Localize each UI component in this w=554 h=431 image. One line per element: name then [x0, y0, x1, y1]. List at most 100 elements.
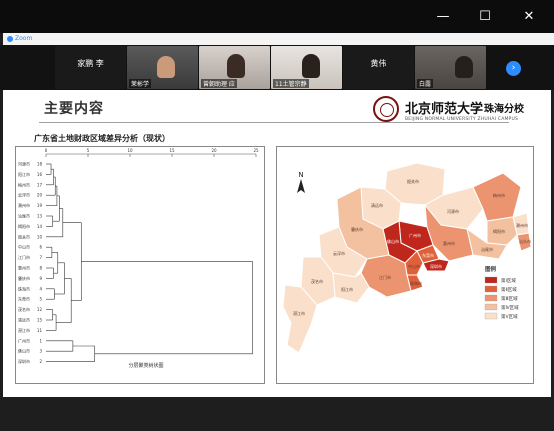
dendro-tick-label: 20: [211, 148, 217, 153]
city-label: 佛山市: [387, 238, 399, 244]
dendro-leaf-index: 10: [37, 234, 43, 239]
dendro-leaf-index: 9: [39, 276, 42, 281]
university-campus: 珠海分校: [484, 104, 524, 115]
city-label: 惠州市: [443, 240, 455, 246]
dendro-leaf-label: 清远市: [18, 317, 30, 323]
dendro-leaf-index: 13: [37, 214, 43, 219]
participant-video-avatar: [302, 54, 320, 78]
dendro-leaf-index: 6: [39, 245, 42, 250]
map-panel: N 韶关市 清远市 河源市 梅州市 潮州市 汕头市 揭阳市 汕尾市 惠州市 广州…: [276, 146, 534, 384]
legend-label: 第Ⅳ区域: [501, 304, 519, 311]
dendro-leaf-label: 揭阳市: [18, 223, 30, 229]
city-label: 江门市: [379, 274, 391, 280]
legend-label: 第Ⅰ区域: [501, 277, 516, 284]
maximize-button[interactable]: ☐: [474, 6, 496, 28]
dendro-leaf-label: 潮州市: [18, 202, 30, 208]
dendro-leaf-label: 惠州市: [18, 265, 30, 271]
city-label: 深圳市: [430, 263, 442, 269]
legend-label: 第Ⅲ区域: [501, 295, 518, 302]
dendro-tick-label: 5: [87, 148, 90, 153]
dendro-leaf-label: 汕尾市: [18, 213, 30, 219]
participant-video-avatar: [157, 56, 175, 78]
participant-video-avatar: [455, 56, 473, 78]
legend-title: 图例: [485, 265, 497, 273]
zoom-logo-icon: [7, 35, 13, 42]
city-label: 潮州市: [516, 222, 528, 228]
dendro-leaf-label: 湛江市: [18, 327, 30, 333]
city-label: 东莞市: [422, 252, 434, 258]
dendro-leaf-index: 5: [39, 297, 42, 302]
city-label: 茂名市: [311, 278, 323, 284]
city-label: 清远市: [371, 202, 383, 208]
dendro-tick-label: 10: [127, 148, 133, 153]
participant-tile[interactable]: 白露: [415, 46, 486, 89]
city-label: 肇庆市: [351, 226, 363, 232]
dendro-leaf-label: 茂名市: [18, 306, 30, 312]
title-divider: [39, 122, 509, 123]
dendro-leaf-index: 1: [39, 338, 42, 343]
city-label: 汕头市: [519, 238, 531, 244]
dendro-leaf-index: 12: [37, 307, 43, 312]
legend-swatch: [484, 303, 498, 311]
dendro-leaf-label: 河源市: [18, 161, 30, 167]
city-label: 珠海市: [410, 280, 422, 286]
legend-label: 第Ⅴ区域: [501, 313, 518, 320]
university-logo-cn: 北京师范大学: [405, 102, 484, 117]
legend-label: 第Ⅱ区域: [501, 286, 517, 293]
dendro-tick-label: 15: [169, 148, 175, 153]
legend-swatch: [484, 276, 498, 284]
legend-swatch: [484, 294, 498, 302]
dendro-leaf-index: 16: [37, 172, 43, 177]
north-label: N: [298, 171, 303, 179]
city-label: 韶关市: [407, 178, 419, 184]
dendro-leaf-index: 4: [39, 286, 42, 291]
participant-tile[interactable]: 黄伟: [343, 46, 414, 89]
legend-swatch: [484, 312, 498, 320]
dendro-leaf-label: 梅州市: [18, 181, 30, 187]
city-label: 揭阳市: [493, 228, 505, 234]
city-label: 梅州市: [493, 192, 505, 198]
city-label: 广州市: [409, 232, 421, 238]
window-titlebar: — ☐ ✕: [0, 0, 554, 33]
dendro-leaf-index: 20: [37, 193, 43, 198]
dendro-leaf-label: 珠海市: [18, 285, 30, 291]
dendro-leaf-label: 广州市: [18, 337, 30, 343]
minimize-button[interactable]: —: [432, 6, 454, 28]
dendro-leaf-index: 19: [37, 203, 43, 208]
dendro-leaf-label: 阳江市: [18, 171, 30, 177]
dendro-leaf-label: 云浮市: [18, 192, 30, 198]
dendro-tick-label: 25: [253, 148, 259, 153]
city-label: 汕尾市: [481, 246, 493, 252]
city-label: 湛江市: [293, 310, 305, 316]
participant-name: 白露: [417, 79, 434, 88]
dendro-leaf-index: 15: [37, 318, 43, 323]
participant-tile[interactable]: 曾朝助理 应: [199, 46, 270, 89]
next-page-arrow-icon[interactable]: ›: [506, 61, 521, 76]
dendrogram-panel: 0 5 10 15 20 25 河源市 18 阳江市 16 梅州市 17 云浮市 20 潮州市 19 汕尾市 1…: [15, 146, 265, 384]
close-button[interactable]: ✕: [518, 6, 540, 28]
dendro-leaf-index: 7: [39, 255, 42, 260]
dendro-leaf-label: 深圳市: [18, 358, 30, 364]
shared-slide: 主要内容 北京师范大学 珠海分校 BEIJING NORMAL UNIVERSI…: [3, 90, 551, 397]
slide-title: 主要内容: [44, 101, 104, 117]
dendro-leaf-label: 东莞市: [18, 296, 30, 302]
participant-tile[interactable]: 家鹏 李: [55, 46, 126, 89]
city-label: 阳江市: [341, 286, 353, 292]
participant-tile[interactable]: 11土管宗静: [271, 46, 342, 89]
app-name-label: Zoom: [3, 33, 554, 45]
dendro-leaf-label: 中山市: [18, 244, 30, 250]
north-arrow-icon: N: [297, 171, 305, 193]
app-name: Zoom: [15, 35, 33, 42]
dendro-leaf-label: 江门市: [18, 254, 30, 260]
participant-name: 11土管宗静: [273, 79, 309, 88]
participant-name: 茉彬学: [129, 79, 152, 88]
legend-swatch: [484, 285, 498, 293]
dendro-leaf-label: 佛山市: [18, 348, 30, 354]
participant-tile[interactable]: 茉彬学: [127, 46, 198, 89]
city-label: 云浮市: [333, 250, 345, 256]
dendro-leaf-index: 8: [39, 266, 42, 271]
dendro-leaf-index: 17: [37, 182, 43, 187]
dendro-leaf-index: 14: [37, 224, 43, 229]
participant-name-center: 家鹏 李: [77, 59, 104, 68]
dendro-leaf-label: 韶关市: [18, 233, 30, 239]
